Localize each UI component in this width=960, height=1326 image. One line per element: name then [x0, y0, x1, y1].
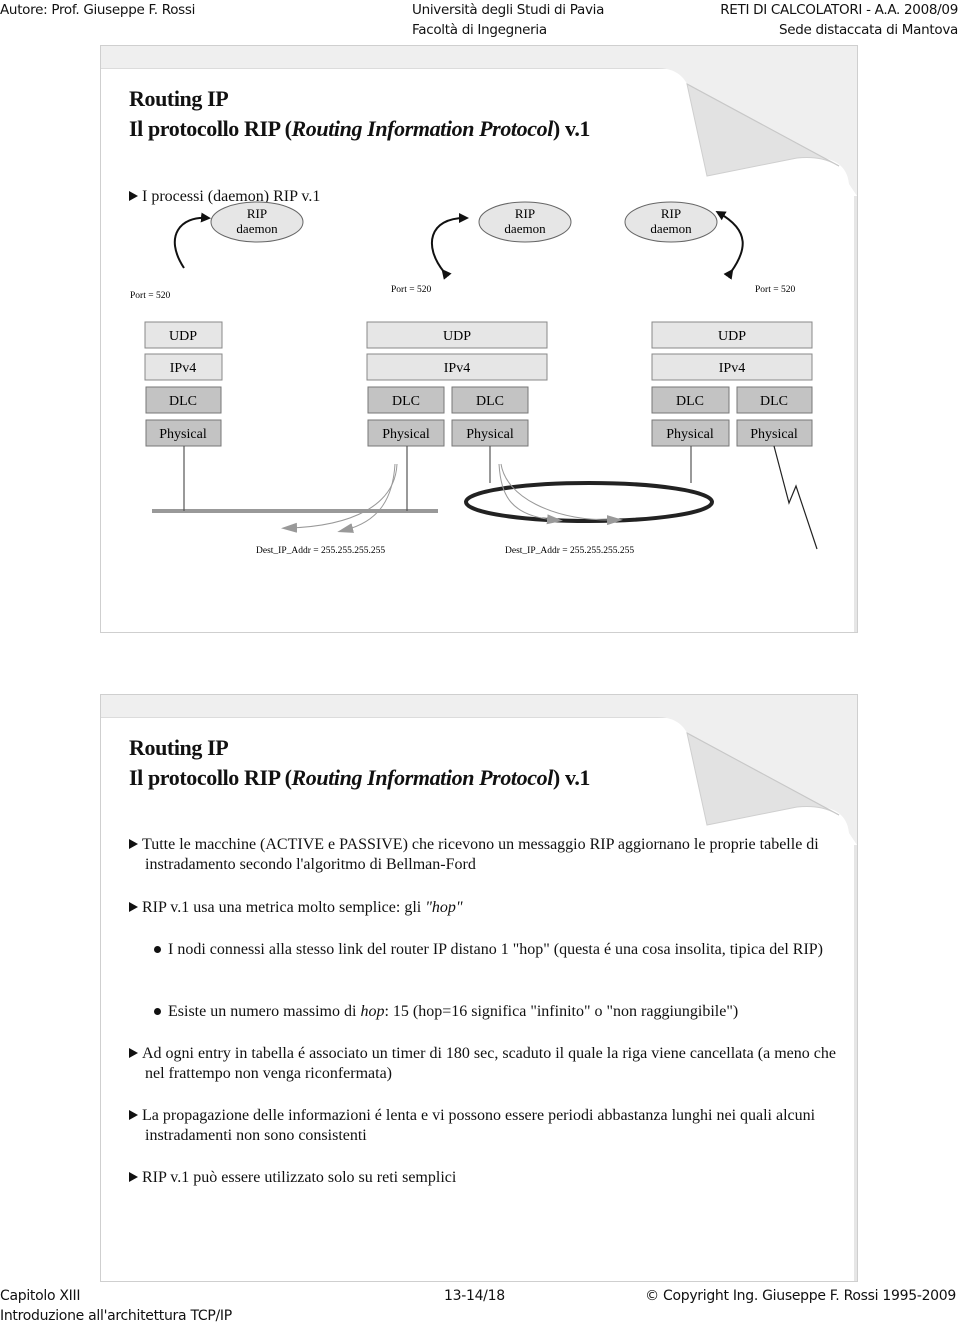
daemon-2-label-rip: RIP: [515, 206, 535, 221]
layer-dlc-b: DLC: [476, 394, 504, 409]
daemon-3-label-rip: RIP: [661, 206, 681, 221]
slide-1: Routing IP Il protocollo RIP (Routing In…: [100, 45, 858, 633]
slide-2-title: Routing IP Il protocollo RIP (Routing In…: [129, 733, 590, 793]
layer-dlc-a: DLC: [392, 394, 420, 409]
triangle-bullet-icon: [129, 839, 138, 849]
layer-physical-b: Physical: [750, 427, 798, 442]
header-university: Università degli Studi di Pavia: [412, 2, 605, 18]
port-label-2: Port = 520: [391, 285, 431, 295]
layer-physical-a: Physical: [666, 427, 714, 442]
daemon-1-label-daemon: daemon: [236, 221, 278, 236]
layer-ipv4: IPv4: [719, 361, 745, 376]
protocol-stack-2: UDP IPv4 DLC DLC Physical Physical: [366, 321, 548, 447]
slide-2-bullet-3: Ad ogni entry in tabella é associato un …: [129, 1044, 855, 1084]
header-course: RETI DI CALCOLATORI - A.A. 2008/09: [720, 2, 958, 18]
broadcast-arrow-3: [498, 463, 563, 525]
triangle-bullet-icon: [129, 1172, 138, 1182]
daemon-1: RIP daemon: [210, 201, 304, 243]
token-ring: [464, 481, 714, 523]
page-curl-icon: [657, 695, 857, 845]
footer-copyright: © Copyright Ing. Giuseppe F. Rossi 1995-…: [645, 1288, 956, 1304]
slide-2-bullet-2: RIP v.1 usa una metrica molto semplice: …: [129, 898, 463, 918]
footer-pages: 13-14/18: [444, 1288, 505, 1304]
serial-link-zigzag: [773, 445, 818, 550]
port-arrow-3: [715, 211, 744, 280]
layer-dlc: DLC: [169, 394, 197, 409]
protocol-stack-3: UDP IPv4 DLC DLC Physical Physical: [651, 321, 813, 447]
header-faculty: Facoltà di Ingegneria: [412, 22, 547, 38]
broadcast-arrow-1: [281, 463, 398, 533]
dot-bullet-icon: [154, 946, 161, 953]
slide-2-title-line2: Il protocollo RIP (Routing Information P…: [129, 765, 591, 790]
footer-subtitle: Introduzione all'architettura TCP/IP: [0, 1308, 232, 1324]
slide-2-title-line1: Routing IP: [129, 735, 229, 760]
slide-2-bullet-1: Tutte le macchine (ACTIVE e PASSIVE) che…: [129, 835, 845, 875]
daemon-2-label-daemon: daemon: [504, 221, 546, 236]
dest-addr-label-2: Dest_IP_Addr = 255.255.255.255: [505, 546, 634, 556]
footer-chapter: Capitolo XIII: [0, 1288, 81, 1304]
broadcast-arrow-2: [337, 463, 396, 533]
layer-ipv4: IPv4: [170, 361, 196, 376]
port-arrow-1: [173, 212, 211, 269]
slide-2-bullet-5: RIP v.1 può essere utilizzato solo su re…: [129, 1168, 456, 1188]
layer-dlc-a: DLC: [676, 394, 704, 409]
triangle-bullet-icon: [129, 902, 138, 912]
daemon-3: RIP daemon: [624, 201, 718, 243]
port-label-1: Port = 520: [130, 291, 170, 301]
header-author: Autore: Prof. Giuseppe F. Rossi: [0, 2, 196, 18]
rip-daemon-diagram: RIP daemon RIP daemon RIP daemon Port = …: [130, 201, 818, 556]
layer-ipv4: IPv4: [444, 361, 470, 376]
layer-physical: Physical: [159, 427, 207, 442]
layer-udp: UDP: [443, 329, 471, 344]
daemon-3-label-daemon: daemon: [650, 221, 692, 236]
header-site: Sede distaccata di Mantova: [778, 22, 958, 38]
protocol-stack-1: UDP IPv4 DLC Physical: [144, 321, 223, 447]
layer-udp: UDP: [169, 329, 197, 344]
layer-physical-a: Physical: [382, 427, 430, 442]
daemon-2: RIP daemon: [478, 201, 572, 243]
dot-bullet-icon: [154, 1008, 161, 1015]
port-label-3: Port = 520: [755, 285, 795, 295]
triangle-bullet-icon: [129, 1048, 138, 1058]
layer-physical-b: Physical: [466, 427, 514, 442]
slide-2: Routing IP Il protocollo RIP (Routing In…: [100, 694, 858, 1282]
layer-dlc-b: DLC: [760, 394, 788, 409]
slide-2-bullet-4: La propagazione delle informazioni é len…: [129, 1106, 845, 1146]
slide-2-subbullet-1: I nodi connessi alla stesso link del rou…: [154, 940, 833, 960]
broadcast-arrow-4: [500, 463, 623, 526]
layer-udp: UDP: [718, 329, 746, 344]
dest-addr-label-1: Dest_IP_Addr = 255.255.255.255: [256, 546, 385, 556]
daemon-1-label-rip: RIP: [247, 206, 267, 221]
triangle-bullet-icon: [129, 1110, 138, 1120]
slide-2-subbullet-2: Esiste un numero massimo di hop: 15 (hop…: [154, 1002, 833, 1022]
port-arrow-2: [430, 213, 469, 280]
